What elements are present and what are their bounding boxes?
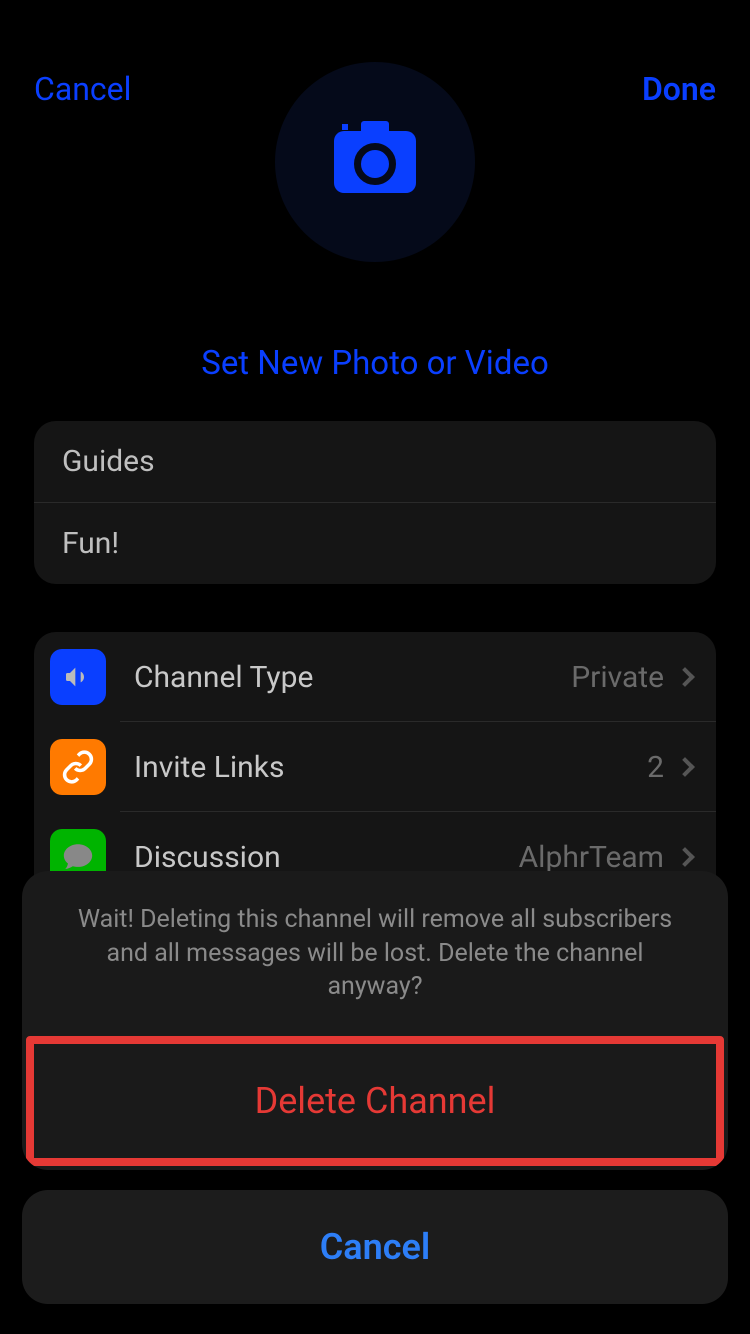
channel-type-row[interactable]: Channel Type Private xyxy=(34,632,716,722)
channel-info-card: Guides Fun! xyxy=(34,421,716,584)
invite-links-value: 2 xyxy=(647,750,664,785)
delete-channel-button[interactable]: Delete Channel xyxy=(26,1036,724,1166)
invite-links-row[interactable]: Invite Links 2 xyxy=(34,722,716,812)
cancel-button[interactable]: Cancel xyxy=(34,70,131,108)
channel-type-value: Private xyxy=(571,660,664,695)
chevron-right-icon xyxy=(675,847,695,867)
megaphone-icon xyxy=(50,649,106,705)
camera-icon xyxy=(334,131,416,193)
invite-links-label: Invite Links xyxy=(134,750,647,785)
chevron-right-icon xyxy=(675,667,695,687)
channel-type-label: Channel Type xyxy=(134,660,571,695)
channel-name-input[interactable]: Guides xyxy=(34,421,716,503)
delete-warning-text: Wait! Deleting this channel will remove … xyxy=(22,871,728,1032)
action-sheet-cancel-button[interactable]: Cancel xyxy=(22,1190,728,1304)
action-sheet-card: Wait! Deleting this channel will remove … xyxy=(22,871,728,1170)
channel-description-input[interactable]: Fun! xyxy=(34,503,716,584)
set-photo-avatar[interactable] xyxy=(275,62,475,262)
delete-action-sheet: Wait! Deleting this channel will remove … xyxy=(0,871,750,1334)
chevron-right-icon xyxy=(675,757,695,777)
set-new-photo-button[interactable]: Set New Photo or Video xyxy=(0,344,750,383)
link-icon xyxy=(50,739,106,795)
discussion-label: Discussion xyxy=(134,840,519,875)
discussion-value: AlphrTeam xyxy=(519,840,664,875)
done-button[interactable]: Done xyxy=(642,70,716,108)
